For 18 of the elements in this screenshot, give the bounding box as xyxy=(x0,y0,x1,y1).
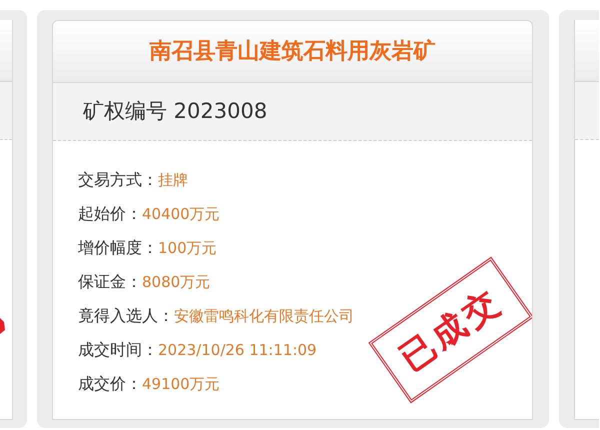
card-title: 南召县青山建筑石料用灰岩矿 xyxy=(150,38,436,66)
field-value: 40400万元 xyxy=(142,204,220,225)
stamp-text: 已成交 xyxy=(392,280,510,381)
field-label: 竟得入选人： xyxy=(78,305,174,327)
field-label: 成交价： xyxy=(78,373,142,395)
field-value: 挂牌 xyxy=(158,170,188,191)
field-value: 8080万元 xyxy=(142,272,210,293)
field-value: 安徽雷鸣科化有限责任公司 xyxy=(174,306,354,327)
field-value: 49100万元 xyxy=(142,374,220,395)
field-label: 成交时间： xyxy=(78,339,158,361)
field-label: 保证金： xyxy=(78,271,142,293)
field-value: 100万元 xyxy=(158,238,217,259)
mining-right-number: 矿权编号 2023008 xyxy=(83,98,268,125)
field-label: 交易方式： xyxy=(78,169,158,191)
field-label: 起始价： xyxy=(78,203,142,225)
field-value: 2023/10/26 11:11:09 xyxy=(158,340,317,361)
field-label: 增价幅度： xyxy=(78,237,158,259)
stamp-fragment-icon xyxy=(0,316,5,336)
